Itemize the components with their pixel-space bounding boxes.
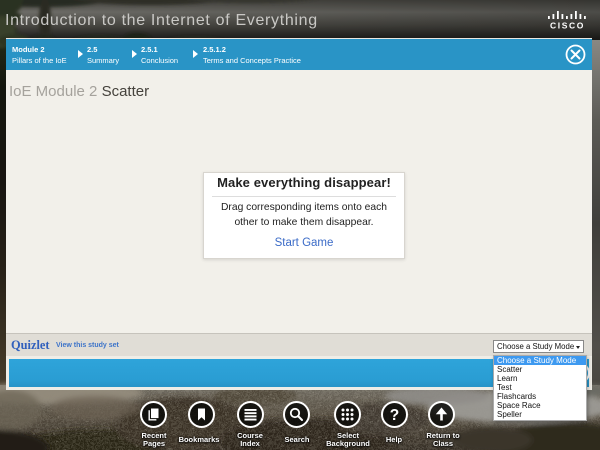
svg-text:?: ? (390, 407, 399, 424)
svg-text:CISCO: CISCO (550, 21, 585, 31)
